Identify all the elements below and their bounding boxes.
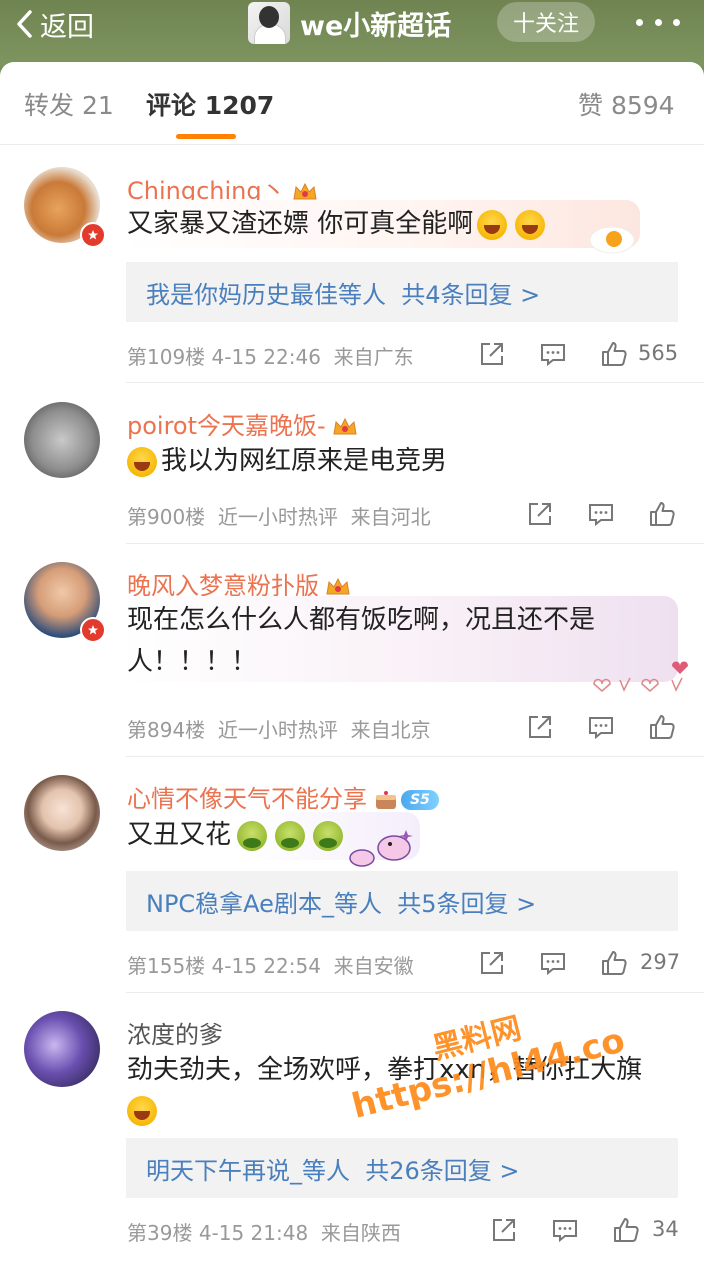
comment-icon[interactable] bbox=[537, 338, 569, 370]
reply-summary[interactable]: NPC稳拿Ae剧本_等人 共5条回复 > bbox=[126, 871, 678, 931]
share-icon[interactable] bbox=[524, 498, 556, 530]
avatar[interactable] bbox=[24, 1011, 100, 1087]
comment-meta: 第39楼 4-15 21:48 来自陕西 bbox=[127, 1221, 401, 1245]
fish-sticker-icon bbox=[349, 830, 413, 867]
comment-meta: 第894楼 近一小时热评 来自北京 bbox=[127, 718, 431, 742]
hearts-sticker-icon bbox=[593, 661, 688, 692]
comment-icon[interactable] bbox=[585, 498, 617, 530]
laugh-cry-emoji-icon bbox=[127, 446, 157, 477]
like-count: 565 bbox=[638, 341, 679, 365]
comment-text: 又丑又花 bbox=[127, 815, 344, 855]
reply-summary[interactable]: 明天下午再说_等人 共26条回复 > bbox=[126, 1138, 678, 1198]
like-icon[interactable] bbox=[598, 947, 630, 979]
comment-icon[interactable] bbox=[549, 1214, 581, 1246]
crown-icon bbox=[333, 417, 357, 435]
tab-likes[interactable]: 赞 8594 bbox=[578, 86, 675, 122]
divider bbox=[126, 992, 704, 993]
divider bbox=[126, 382, 704, 383]
divider bbox=[126, 756, 704, 757]
laugh-emoji-icon bbox=[515, 209, 546, 240]
share-icon[interactable] bbox=[476, 947, 508, 979]
topic-avatar bbox=[248, 2, 290, 44]
level-badge: S5 bbox=[401, 790, 439, 810]
vomit-emoji-icon bbox=[237, 820, 268, 851]
tab-comments[interactable]: 评论 1207 bbox=[146, 86, 274, 122]
verified-badge-icon bbox=[80, 617, 106, 643]
vomit-emoji-icon bbox=[275, 820, 306, 851]
commenter-name[interactable]: 浓度的爹 bbox=[127, 1015, 223, 1050]
follow-button[interactable]: 十关注 bbox=[497, 2, 595, 42]
like-icon[interactable] bbox=[598, 338, 630, 370]
comment-text-line2: 人！！！！ bbox=[127, 647, 258, 677]
share-icon[interactable] bbox=[488, 1214, 520, 1246]
comment-text: 我以为网红原来是电竞男 bbox=[127, 441, 447, 481]
cake-badge-icon bbox=[376, 791, 396, 809]
page-title: we小新超话 bbox=[300, 10, 452, 42]
laugh-emoji-icon bbox=[477, 209, 508, 240]
comment-meta: 第900楼 近一小时热评 来自河北 bbox=[127, 505, 431, 529]
avatar[interactable] bbox=[24, 402, 100, 478]
like-icon[interactable] bbox=[646, 498, 678, 530]
vomit-emoji-icon bbox=[313, 820, 344, 851]
laugh-emoji-icon bbox=[127, 1095, 157, 1126]
comment-text-line1: 现在怎么什么人都有饭吃啊，况且还不是 bbox=[127, 605, 596, 635]
avatar[interactable] bbox=[24, 775, 100, 851]
more-options-icon[interactable] bbox=[636, 6, 680, 38]
divider bbox=[126, 543, 704, 544]
verified-badge-icon bbox=[80, 222, 106, 248]
tab-reposts[interactable]: 转发 21 bbox=[24, 86, 114, 122]
like-count: 34 bbox=[652, 1217, 679, 1241]
comment-meta: 第155楼 4-15 22:54 来自安徽 bbox=[127, 954, 414, 978]
share-icon[interactable] bbox=[476, 338, 508, 370]
like-count: 297 bbox=[640, 950, 681, 974]
commenter-name[interactable]: poirot今天嘉晚饭- bbox=[127, 406, 358, 441]
crown-icon bbox=[326, 577, 350, 595]
fried-egg-icon bbox=[589, 226, 635, 254]
reply-summary[interactable]: 我是你妈历史最佳等人 共4条回复 > bbox=[126, 262, 678, 322]
back-label: 返回 bbox=[40, 11, 94, 43]
top-bar: 返回 we小新超话 十关注 bbox=[0, 0, 704, 66]
tab-bar: 转发 21 评论 1207 赞 8594 bbox=[0, 62, 704, 145]
active-tab-indicator bbox=[176, 134, 236, 139]
commenter-name[interactable]: 心情不像天气不能分享 S5 bbox=[127, 779, 439, 814]
like-icon[interactable] bbox=[610, 1214, 642, 1246]
page-title-group[interactable]: we小新超话 bbox=[248, 2, 451, 44]
like-icon[interactable] bbox=[646, 711, 678, 743]
chevron-left-icon bbox=[17, 10, 32, 38]
comment-icon[interactable] bbox=[585, 711, 617, 743]
share-icon[interactable] bbox=[524, 711, 556, 743]
back-button[interactable]: 返回 bbox=[14, 4, 94, 44]
comment-meta: 第109楼 4-15 22:46 来自广东 bbox=[127, 345, 414, 369]
comment-text-line2 bbox=[127, 1090, 157, 1130]
comment-text: 又家暴又渣还嫖 你可真全能啊 bbox=[127, 204, 546, 244]
comment-icon[interactable] bbox=[537, 947, 569, 979]
